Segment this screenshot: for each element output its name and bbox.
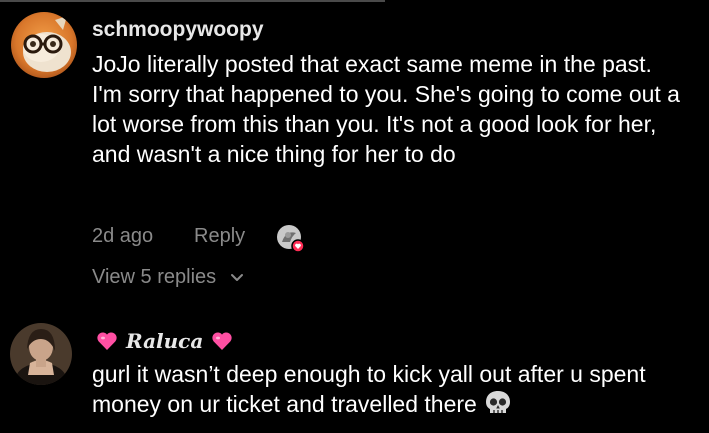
comment-item: schmoopywoopy JoJo literally posted that… bbox=[0, 0, 709, 300]
avatar[interactable] bbox=[10, 323, 72, 385]
view-replies-button[interactable]: View 5 replies bbox=[92, 266, 244, 289]
comment-text: gurl it wasn’t deep enough to kick yall … bbox=[92, 359, 667, 419]
creator-avatar-icon bbox=[277, 225, 305, 253]
pink-heart-icon bbox=[212, 332, 232, 350]
comment-username[interactable]: schmoopywoopy bbox=[92, 18, 264, 42]
creator-liked-badge bbox=[276, 224, 305, 253]
reply-button[interactable]: Reply bbox=[194, 225, 245, 248]
chevron-down-icon bbox=[230, 273, 243, 281]
comment-username-row[interactable]: Raluca bbox=[96, 329, 233, 353]
avatar-cat-image bbox=[11, 12, 77, 78]
skull-icon bbox=[486, 391, 511, 413]
view-replies-label: View 5 replies bbox=[92, 266, 217, 288]
comment-text: JoJo literally posted that exact same me… bbox=[92, 49, 692, 169]
comment-text-content: gurl it wasn’t deep enough to kick yall … bbox=[92, 361, 646, 417]
avatar[interactable] bbox=[11, 12, 77, 78]
comment-timestamp: 2d ago bbox=[92, 225, 154, 247]
comment-text-line: JoJo literally posted that exact same me… bbox=[92, 51, 652, 77]
comment-username: Raluca bbox=[126, 329, 204, 353]
avatar-photo-image bbox=[10, 323, 72, 385]
pink-heart-icon bbox=[97, 332, 117, 350]
comment-item: Raluca gurl it wasn’t deep enough to kic… bbox=[0, 300, 709, 433]
comment-text-line: I'm sorry that happened to you. She's go… bbox=[92, 81, 680, 167]
